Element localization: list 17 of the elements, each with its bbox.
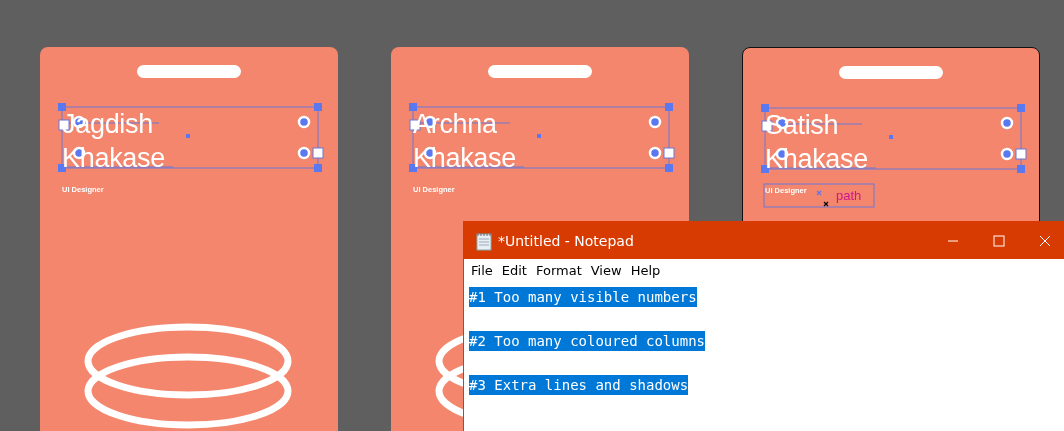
selection-handles-drawing[interactable] [58, 103, 324, 172]
menu-item[interactable]: Format [532, 263, 588, 284]
selection-handles-drawing[interactable] [409, 103, 675, 172]
name-text: Jagdish [62, 108, 154, 141]
window-title: *Untitled - Notepad [498, 232, 634, 249]
name-text: Khakase [765, 143, 868, 176]
close-icon [1039, 234, 1051, 247]
notepad-icon [474, 230, 494, 251]
menu-item[interactable]: Edit [498, 263, 533, 284]
menu-item[interactable]: Help [627, 263, 667, 284]
name-text: Khakase [413, 142, 516, 175]
name-text: Khakase [62, 142, 165, 175]
menu-item[interactable]: View [587, 263, 628, 284]
selection-handles-drawing[interactable] [761, 104, 1027, 173]
path-label: path [836, 188, 862, 203]
maximize-icon [993, 234, 1005, 247]
menu-item[interactable]: File [468, 263, 499, 284]
